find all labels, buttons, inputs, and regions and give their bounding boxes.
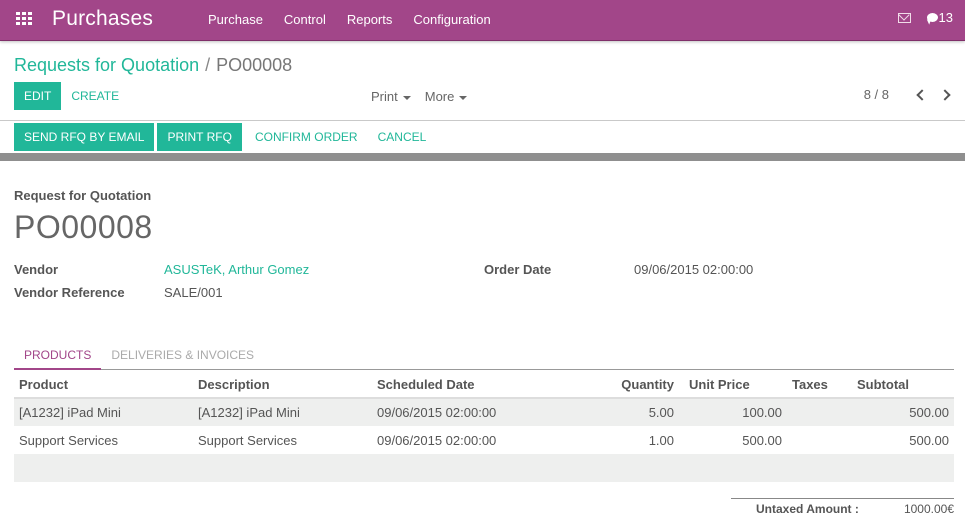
- menu-item-reports[interactable]: Reports: [347, 12, 393, 27]
- cancel-button[interactable]: CANCEL: [368, 123, 437, 151]
- tab-deliveries-invoices[interactable]: DELIVERIES & INVOICES: [101, 345, 264, 370]
- cell-quantity: 1.00: [648, 432, 674, 448]
- table-filler-row: [14, 454, 954, 482]
- order-date-label: Order Date: [484, 262, 552, 277]
- caret-down-icon: [459, 95, 468, 100]
- cell-product: [A1232] iPad Mini: [14, 398, 193, 426]
- print-dropdown[interactable]: Print: [371, 89, 411, 104]
- order-date-value: 09/06/2015 02:00:00: [634, 262, 754, 277]
- untaxed-amount-label: Untaxed Amount :: [756, 502, 859, 516]
- confirm-order-button[interactable]: CONFIRM ORDER: [245, 123, 368, 151]
- messages-count: 13: [938, 10, 953, 25]
- column-header-unit-price[interactable]: Unit Price: [679, 371, 787, 399]
- messages-button[interactable]: 13: [926, 10, 953, 25]
- untaxed-amount-value: 1000.00€: [903, 502, 954, 516]
- notebook-tabs: PRODUCTS DELIVERIES & INVOICES: [14, 345, 954, 370]
- more-dropdown[interactable]: More: [425, 89, 468, 104]
- navbar-systray: 13: [897, 10, 965, 25]
- apps-grid-icon[interactable]: [16, 12, 32, 26]
- form-statusbar: SEND RFQ BY EMAIL PRINT RFQ CONFIRM ORDE…: [14, 123, 436, 151]
- column-header-product[interactable]: Product: [14, 371, 193, 399]
- cell-unit-price: 100.00: [679, 398, 787, 426]
- chat-bubble-icon: [926, 13, 938, 22]
- breadcrumb-current: PO00008: [216, 55, 293, 75]
- cell-description: Support Services: [198, 432, 297, 448]
- menu-item-control[interactable]: Control: [284, 12, 326, 27]
- caret-down-icon: [402, 95, 411, 100]
- order-lines-table: Product Description Scheduled Date Quant…: [14, 371, 954, 482]
- cell-subtotal: 500.00: [852, 398, 954, 426]
- column-header-subtotal[interactable]: Subtotal: [852, 371, 954, 399]
- sidebar-dropdowns: Print More: [371, 89, 481, 104]
- edit-button[interactable]: EDIT: [14, 82, 62, 110]
- top-navbar: Purchases Purchase Control Reports Confi…: [0, 0, 965, 41]
- cell-unit-price: 500.00: [742, 432, 782, 448]
- vendor-reference-label: Vendor Reference: [14, 285, 125, 300]
- table-row[interactable]: [A1232] iPad Mini [A1232] iPad Mini 09/0…: [14, 398, 954, 426]
- envelope-icon[interactable]: [897, 12, 911, 23]
- record-title: PO00008: [14, 209, 153, 245]
- breadcrumb: Requests for Quotation / PO00008: [14, 55, 292, 76]
- send-rfq-by-email-button[interactable]: SEND RFQ BY EMAIL: [14, 123, 155, 151]
- print-dropdown-label: Print: [371, 89, 398, 104]
- vendor-label: Vendor: [14, 262, 59, 277]
- column-header-description[interactable]: Description: [193, 371, 372, 399]
- control-panel-divider: [0, 120, 965, 121]
- cell-product: Support Services: [19, 432, 118, 448]
- form-heading-label: Request for Quotation: [14, 188, 152, 203]
- vendor-link[interactable]: ASUSTeK, Arthur Gomez: [164, 262, 309, 277]
- totals-divider: [731, 498, 954, 499]
- tab-products[interactable]: PRODUCTS: [14, 345, 102, 370]
- more-dropdown-label: More: [424, 89, 455, 104]
- cell-description: [A1232] iPad Mini: [193, 398, 372, 426]
- cell-taxes: [787, 398, 852, 426]
- chevron-right-icon[interactable]: [939, 88, 953, 102]
- create-button[interactable]: CREATE: [61, 82, 129, 110]
- cell-quantity: 5.00: [556, 398, 679, 426]
- column-header-scheduled-date[interactable]: Scheduled Date: [372, 371, 556, 399]
- column-header-taxes[interactable]: Taxes: [787, 371, 852, 399]
- vendor-reference-value: SALE/001: [164, 285, 223, 300]
- pager-value[interactable]: 8 / 8: [864, 87, 889, 102]
- cell-subtotal: 500.00: [909, 432, 949, 448]
- statusbar-band: [0, 153, 965, 161]
- control-panel-buttons: EDIT CREATE: [14, 82, 129, 110]
- menu-item-configuration[interactable]: Configuration: [413, 12, 490, 27]
- column-header-quantity[interactable]: Quantity: [556, 371, 679, 399]
- table-row[interactable]: Support Services Support Services 09/06/…: [14, 426, 954, 454]
- cell-scheduled-date: 09/06/2015 02:00:00: [372, 398, 556, 426]
- table-header-row: Product Description Scheduled Date Quant…: [14, 371, 954, 399]
- print-rfq-button[interactable]: PRINT RFQ: [157, 123, 242, 151]
- cell-scheduled-date: 09/06/2015 02:00:00: [377, 432, 497, 448]
- main-menu: Purchase Control Reports Configuration: [208, 12, 512, 27]
- breadcrumb-separator: /: [205, 55, 211, 75]
- cell-taxes: [787, 426, 852, 454]
- chevron-left-icon[interactable]: [913, 88, 927, 102]
- app-title: Purchases: [52, 7, 154, 30]
- pager: 8 / 8: [864, 87, 953, 102]
- menu-item-purchase[interactable]: Purchase: [208, 12, 263, 27]
- breadcrumb-parent[interactable]: Requests for Quotation: [14, 55, 199, 75]
